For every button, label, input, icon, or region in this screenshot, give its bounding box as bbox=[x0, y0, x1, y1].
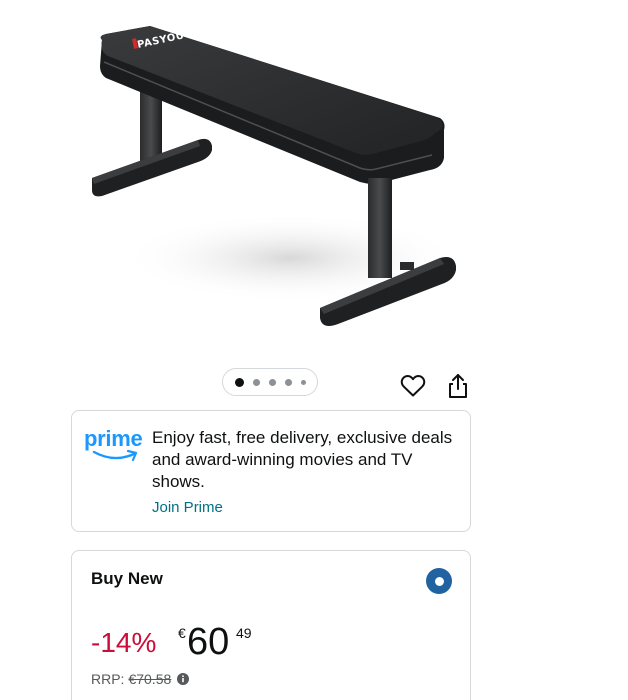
prime-logo-text: prime bbox=[84, 426, 143, 451]
rrp-label: RRP: bbox=[91, 671, 125, 687]
rrp-row: RRP: €70.58 bbox=[91, 671, 190, 687]
carousel-dot[interactable] bbox=[234, 377, 244, 387]
buy-new-card[interactable]: Buy New -14% € 60 49 RRP: €70.58 bbox=[71, 550, 471, 700]
prime-promo-card: prime Enjoy fast, free delivery, exclusi… bbox=[71, 410, 471, 532]
prime-logo: prime bbox=[84, 427, 144, 463]
share-icon bbox=[449, 374, 467, 398]
buy-new-radio[interactable] bbox=[426, 568, 452, 594]
info-icon[interactable] bbox=[177, 673, 190, 685]
buy-new-title: Buy New bbox=[91, 569, 163, 588]
prime-description: Enjoy fast, free delivery, exclusive dea… bbox=[152, 428, 453, 491]
prime-smile-icon bbox=[92, 449, 138, 462]
heart-icon bbox=[400, 375, 426, 397]
price-whole: 60 bbox=[187, 621, 230, 663]
product-image[interactable]: PASYOU bbox=[80, 18, 460, 343]
wishlist-button[interactable] bbox=[399, 372, 427, 400]
flat-bench-image: PASYOU bbox=[92, 26, 460, 326]
carousel-dot[interactable] bbox=[284, 378, 292, 386]
product-page: PASYOU prime Enjoy fast, free delivery, … bbox=[0, 0, 628, 700]
radio-selected-indicator bbox=[434, 576, 444, 586]
price-currency: € bbox=[178, 625, 186, 641]
image-carousel-dots[interactable] bbox=[222, 368, 318, 396]
discount-percentage: -14% bbox=[91, 627, 157, 658]
share-button[interactable] bbox=[444, 372, 472, 400]
join-prime-link[interactable]: Join Prime bbox=[152, 499, 223, 516]
price-fraction: 49 bbox=[236, 625, 252, 641]
carousel-dot[interactable] bbox=[300, 379, 306, 385]
carousel-dot[interactable] bbox=[252, 378, 260, 386]
rrp-value: €70.58 bbox=[128, 671, 172, 687]
carousel-dot[interactable] bbox=[268, 378, 276, 386]
